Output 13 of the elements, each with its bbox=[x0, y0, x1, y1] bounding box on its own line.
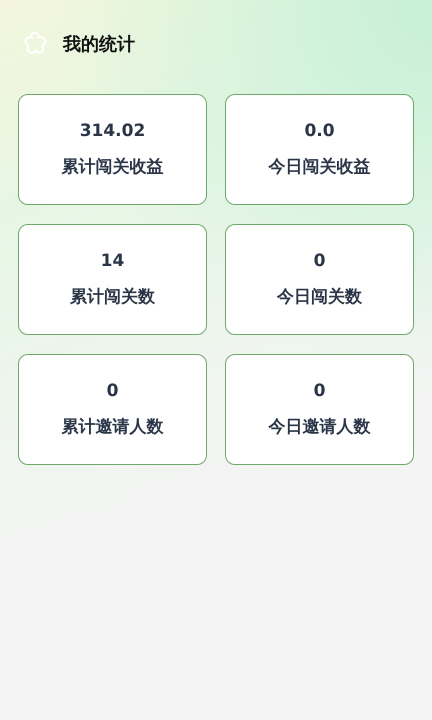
stat-label: 累计闯关收益 bbox=[62, 156, 164, 178]
stat-value: 0.0 bbox=[304, 120, 335, 143]
stat-label: 今日闯关数 bbox=[277, 286, 362, 308]
stat-value: 0 bbox=[314, 380, 326, 403]
stat-label: 累计闯关数 bbox=[70, 286, 155, 308]
stat-value: 314.02 bbox=[80, 120, 146, 143]
stat-label: 今日闯关收益 bbox=[268, 156, 370, 178]
stat-label: 累计邀请人数 bbox=[62, 416, 164, 438]
stat-value: 0 bbox=[314, 250, 326, 273]
stat-value: 14 bbox=[100, 250, 124, 273]
stat-value: 0 bbox=[106, 380, 118, 403]
stat-label: 今日邀请人数 bbox=[268, 416, 370, 438]
page-title: 我的统计 bbox=[63, 32, 135, 56]
